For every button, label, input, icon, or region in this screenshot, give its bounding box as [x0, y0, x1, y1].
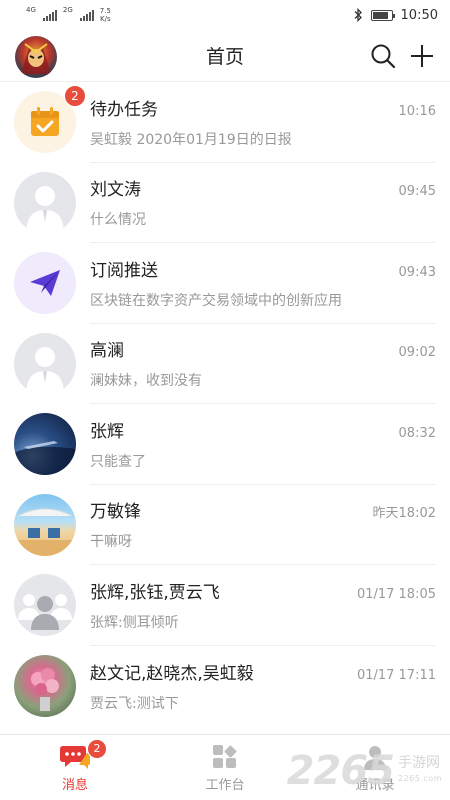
conversation-avatar-wrap — [0, 413, 90, 476]
conversation-time: 09:02 — [398, 345, 436, 361]
conversation-preview: 张辉:侧耳倾听 — [90, 614, 179, 631]
conversation-preview: 干嘛呀 — [90, 534, 132, 551]
avatar-illustration — [21, 43, 51, 74]
conversation-name: 订阅推送 — [90, 260, 158, 281]
conversation-item[interactable]: 高澜 09:02 澜妹妹，收到没有 — [0, 324, 450, 404]
conversation-content: 张辉,张钰,贾云飞 01/17 18:05 张辉:侧耳倾听 — [90, 565, 436, 646]
status-bar-left: 4G 2G 7.5 K/s — [26, 6, 111, 24]
group-avatar — [14, 574, 76, 637]
tab-workbench[interactable]: 工作台 — [150, 735, 300, 800]
conversation-name: 待办任务 — [90, 99, 158, 120]
conversation-time: 08:32 — [398, 425, 436, 441]
signal-icon — [42, 9, 57, 21]
default-person-avatar — [14, 171, 76, 234]
signal-icon — [79, 9, 94, 21]
conversation-avatar-wrap — [0, 574, 90, 637]
conversation-preview: 吴虹毅 2020年01月19日的日报 — [90, 131, 292, 148]
conversation-avatar-wrap: 2 — [0, 85, 90, 154]
unread-badge: 2 — [87, 739, 107, 759]
watermark-number: 2265 — [286, 748, 395, 794]
conversation-content: 刘文涛 09:45 什么情况 — [90, 163, 436, 243]
conversation-preview: 区块链在数字资产交易领域中的创新应用 — [90, 292, 342, 309]
header-actions — [370, 43, 434, 69]
sim2-label: 2G — [62, 6, 73, 14]
battery-icon — [370, 9, 395, 21]
conversation-item[interactable]: 张辉,张钰,贾云飞 01/17 18:05 张辉:侧耳倾听 — [0, 565, 450, 646]
conversation-name: 赵文记,赵晓杰,吴虹毅 — [90, 663, 254, 684]
conversation-list: 2 待办任务 10:16 吴虹毅 2020年01月19日的日报 刘文涛 09:45 … — [0, 82, 450, 726]
conversation-name: 高澜 — [90, 341, 124, 362]
conversation-item[interactable]: 张辉 08:32 只能查了 — [0, 404, 450, 485]
conversation-time: 01/17 17:11 — [356, 667, 436, 683]
conversation-time: 10:16 — [398, 103, 436, 119]
tab-messages[interactable]: 消息 2 — [0, 735, 150, 800]
user-avatar[interactable] — [15, 36, 57, 78]
watermark-title: 手游网 — [398, 755, 440, 771]
conversation-content: 订阅推送 09:43 区块链在数字资产交易领域中的创新应用 — [90, 243, 436, 324]
watermark-logo: 2265 手游网 2265.com — [287, 748, 442, 794]
tab-label: 消息 — [61, 777, 88, 793]
network-speed-value: 7.5 — [99, 7, 111, 15]
conversation-avatar-wrap — [0, 654, 90, 717]
photo-avatar — [14, 493, 76, 556]
conversation-preview: 澜妹妹，收到没有 — [90, 373, 202, 390]
conversation-item[interactable]: 刘文涛 09:45 什么情况 — [0, 163, 450, 243]
page-title: 首页 — [205, 46, 244, 68]
sim1-label: 4G — [26, 6, 36, 14]
paper-plane-icon — [14, 252, 76, 315]
conversation-item[interactable]: 万敏锋 昨天18:02 干嘛呀 — [0, 485, 450, 565]
conversation-name: 张辉,张钰,贾云飞 — [90, 582, 220, 603]
default-person-avatar — [14, 332, 76, 395]
conversation-name: 刘文涛 — [90, 180, 141, 201]
header: 首页 — [0, 30, 450, 82]
watermark-sub: 2265.com — [398, 774, 442, 783]
conversation-avatar-wrap — [0, 171, 90, 234]
photo-avatar — [14, 413, 76, 476]
network-speed-unit: K/s — [100, 15, 111, 23]
conversation-avatar-wrap — [0, 252, 90, 315]
status-bar: 4G 2G 7.5 K/s 10:50 — [0, 0, 450, 30]
conversation-preview: 什么情况 — [90, 212, 146, 229]
search-icon[interactable] — [370, 43, 396, 69]
conversation-time: 09:45 — [398, 184, 436, 200]
conversation-content: 万敏锋 昨天18:02 干嘛呀 — [90, 485, 436, 565]
photo-avatar — [14, 654, 76, 717]
conversation-content: 张辉 08:32 只能查了 — [90, 404, 436, 485]
status-bar-right: 10:50 — [353, 8, 438, 23]
conversation-time: 昨天18:02 — [372, 506, 436, 522]
conversation-name: 张辉 — [90, 421, 124, 442]
conversation-item[interactable]: 赵文记,赵晓杰,吴虹毅 01/17 17:11 贾云飞:测试下 — [0, 646, 450, 727]
network-speed: 7.5 K/s — [100, 7, 111, 23]
conversation-preview: 贾云飞:测试下 — [90, 695, 179, 712]
conversation-preview: 只能查了 — [90, 453, 146, 470]
conversation-content: 高澜 09:02 澜妹妹，收到没有 — [90, 324, 436, 404]
conversation-time: 09:43 — [398, 264, 436, 280]
watermark-text: 手游网 2265.com — [398, 756, 442, 786]
conversation-content: 赵文记,赵晓杰,吴虹毅 01/17 17:11 贾云飞:测试下 — [90, 646, 436, 727]
add-icon[interactable] — [410, 43, 434, 69]
conversation-avatar-wrap — [0, 493, 90, 556]
grid-apps-icon — [213, 744, 237, 768]
conversation-item[interactable]: 2 待办任务 10:16 吴虹毅 2020年01月19日的日报 — [0, 82, 450, 163]
conversation-content: 待办任务 10:16 吴虹毅 2020年01月19日的日报 — [90, 82, 436, 163]
conversation-name: 万敏锋 — [90, 502, 141, 523]
conversation-time: 01/17 18:05 — [356, 586, 436, 602]
bluetooth-icon — [354, 8, 362, 22]
status-time: 10:50 — [400, 7, 438, 23]
conversation-avatar-wrap — [0, 332, 90, 395]
unread-badge: 2 — [64, 85, 86, 108]
conversation-item[interactable]: 订阅推送 09:43 区块链在数字资产交易领域中的创新应用 — [0, 243, 450, 324]
tab-label: 工作台 — [205, 777, 245, 793]
